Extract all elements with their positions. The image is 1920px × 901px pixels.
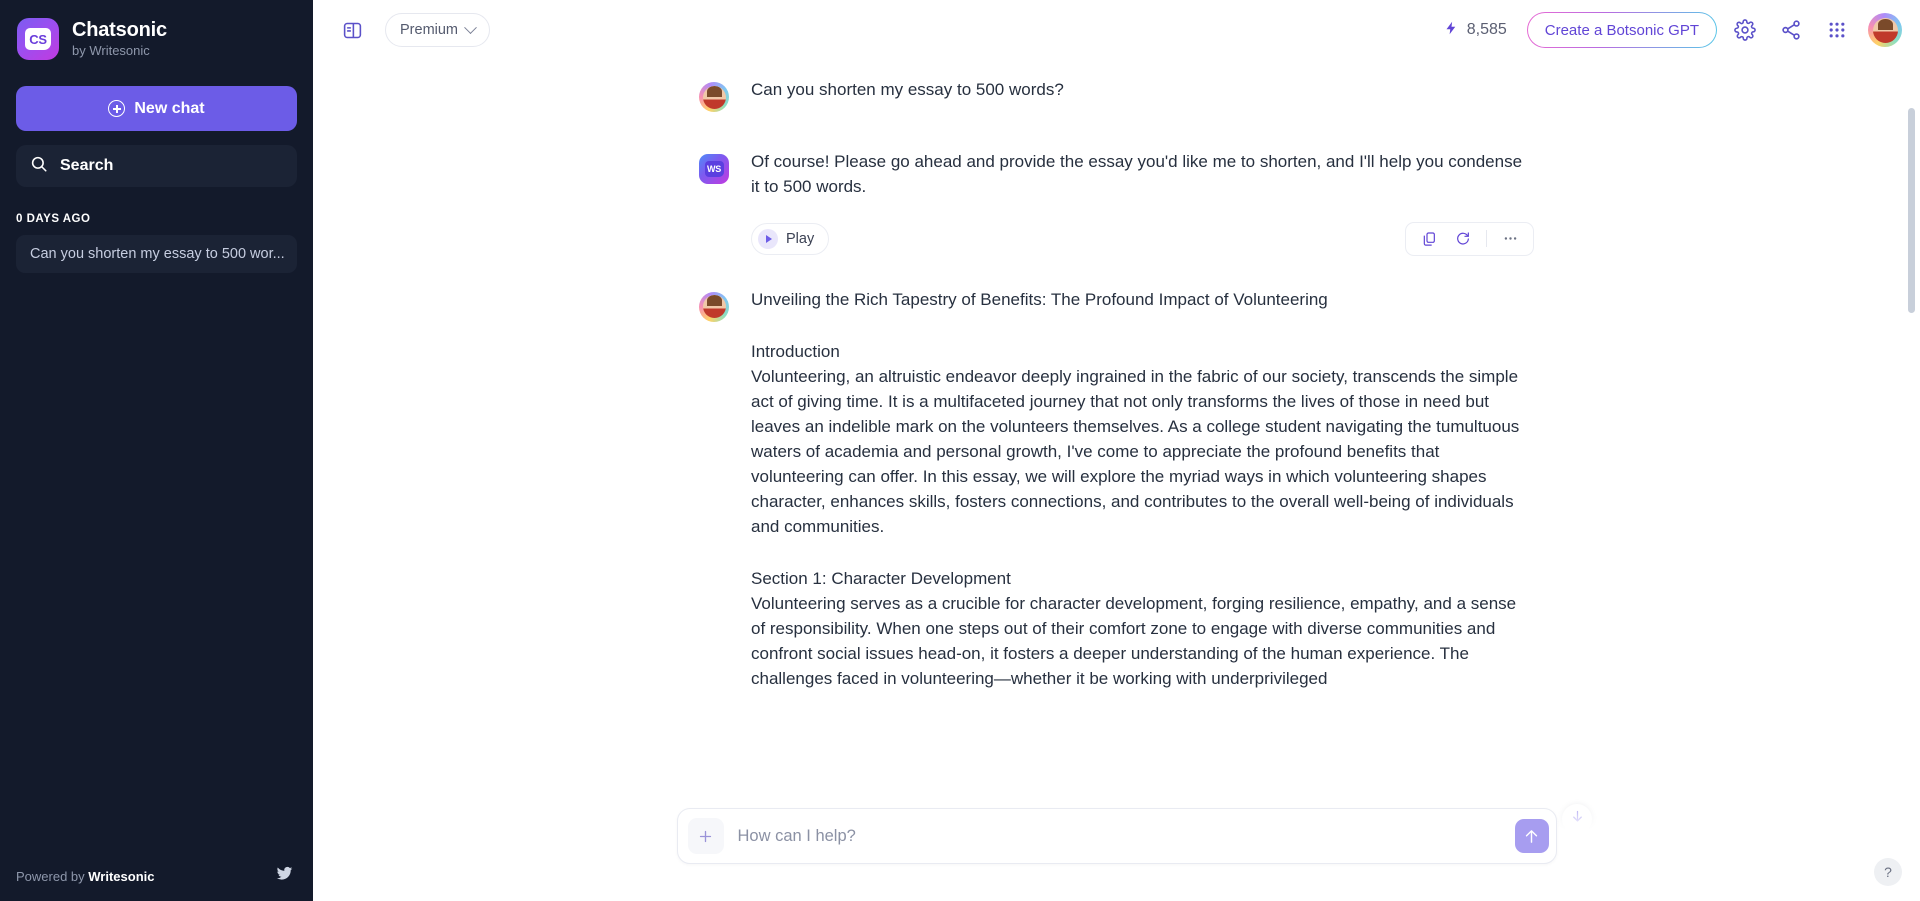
attach-button[interactable] (688, 818, 724, 854)
credits-display: 8,585 (1444, 19, 1507, 42)
composer-area (313, 786, 1920, 901)
essay-section: Section 1: Character Development Volunte… (751, 567, 1534, 692)
grid-apps-icon[interactable] (1819, 12, 1855, 48)
gear-icon[interactable] (1727, 12, 1763, 48)
play-button[interactable]: Play (751, 223, 829, 255)
help-button[interactable]: ? (1874, 858, 1902, 886)
message-text: Can you shorten my essay to 500 words? (751, 78, 1534, 103)
vertical-scrollbar[interactable] (1908, 108, 1915, 313)
search-icon (30, 155, 48, 178)
user-avatar[interactable] (1868, 13, 1902, 47)
play-label: Play (786, 231, 814, 247)
message-text: Of course! Please go ahead and provide t… (751, 150, 1534, 200)
message-actions: Play (751, 222, 1534, 256)
user-avatar (699, 292, 729, 322)
main-area: Premium 8,585 Create a Botsonic GPT (313, 0, 1920, 901)
essay-section: Introduction Volunteering, an altruistic… (751, 340, 1534, 540)
writesonic-avatar: WS (699, 154, 729, 184)
message-body: Unveiling the Rich Tapestry of Benefits:… (751, 288, 1534, 692)
avatar-face (703, 295, 726, 318)
twitter-icon[interactable] (276, 865, 293, 887)
action-divider (1486, 230, 1487, 247)
chevron-down-icon (464, 21, 477, 34)
app-subtitle: by Writesonic (72, 44, 167, 59)
chat-input[interactable] (724, 827, 1515, 846)
regenerate-icon[interactable] (1448, 224, 1478, 254)
writesonic-avatar-text: WS (705, 161, 724, 177)
create-gpt-label: Create a Botsonic GPT (1545, 22, 1699, 39)
topbar: Premium 8,585 Create a Botsonic GPT (313, 0, 1920, 60)
avatar-face (703, 86, 726, 109)
history-item[interactable]: Can you shorten my essay to 500 wor... (16, 235, 297, 273)
search-label: Search (60, 157, 113, 175)
essay-section-heading: Section 1: Character Development (751, 567, 1534, 592)
new-chat-label: New chat (134, 100, 204, 118)
chatsonic-logo-icon: CS (17, 18, 59, 60)
lightning-bolt-icon (1444, 19, 1459, 42)
create-botsonic-gpt-button[interactable]: Create a Botsonic GPT (1527, 12, 1717, 48)
app-root: CS Chatsonic by Writesonic New chat Sear… (0, 0, 1920, 901)
composer (677, 808, 1557, 864)
message-body: Can you shorten my essay to 500 words? (751, 78, 1534, 112)
credits-value: 8,585 (1467, 21, 1507, 39)
copy-icon[interactable] (1414, 224, 1444, 254)
message-action-group (1405, 222, 1534, 256)
brand-text: Chatsonic by Writesonic (72, 19, 167, 59)
logo-text: CS (25, 28, 51, 50)
play-icon (758, 229, 778, 249)
essay-section-body: Volunteering serves as a crucible for ch… (751, 592, 1534, 692)
app-title: Chatsonic (72, 19, 167, 42)
essay-section-body: Volunteering, an altruistic endeavor dee… (751, 365, 1534, 540)
plus-circle-icon (108, 100, 125, 117)
powered-by: Powered by Writesonic (16, 869, 154, 884)
essay-section-heading: Introduction (751, 340, 1534, 365)
plan-dropdown[interactable]: Premium (385, 13, 490, 47)
sidebar-toggle-icon[interactable] (335, 13, 369, 47)
search-button[interactable]: Search (16, 145, 297, 187)
conversation: Can you shorten my essay to 500 words? W… (699, 60, 1534, 692)
message-assistant: WS Of course! Please go ahead and provid… (699, 150, 1534, 256)
user-avatar (699, 82, 729, 112)
share-icon[interactable] (1773, 12, 1809, 48)
conversation-scroll-area[interactable]: Can you shorten my essay to 500 words? W… (313, 60, 1920, 901)
ellipsis-icon[interactable] (1495, 224, 1525, 254)
new-chat-button[interactable]: New chat (16, 86, 297, 131)
sidebar: CS Chatsonic by Writesonic New chat Sear… (0, 0, 313, 901)
message-body: Of course! Please go ahead and provide t… (751, 150, 1534, 256)
message-essay: Unveiling the Rich Tapestry of Benefits:… (699, 288, 1534, 692)
history-section-header: 0 DAYS AGO (0, 187, 313, 235)
brand: CS Chatsonic by Writesonic (0, 0, 313, 70)
avatar-face (1873, 18, 1898, 43)
essay-title: Unveiling the Rich Tapestry of Benefits:… (751, 288, 1534, 313)
send-button[interactable] (1515, 819, 1549, 853)
message-user: Can you shorten my essay to 500 words? (699, 78, 1534, 112)
sidebar-footer: Powered by Writesonic (0, 851, 313, 901)
plan-label: Premium (400, 22, 458, 38)
